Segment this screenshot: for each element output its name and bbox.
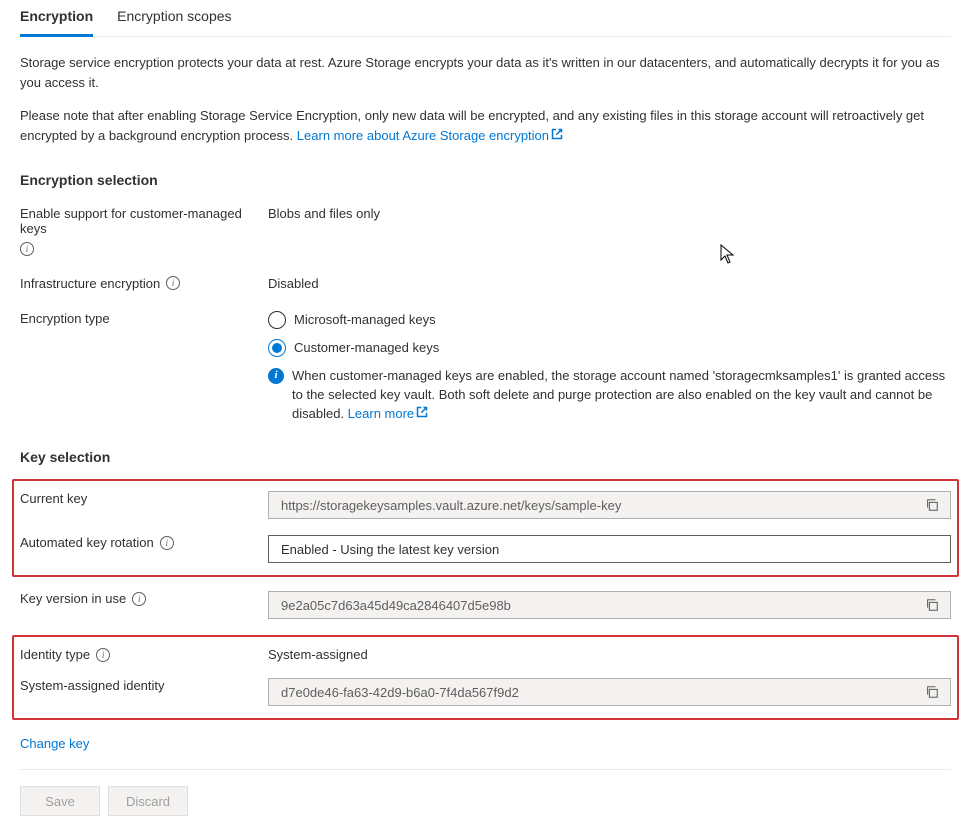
field-auto-rotation	[268, 535, 951, 563]
value-identity-type: System-assigned	[268, 643, 951, 662]
description-2: Please note that after enabling Storage …	[20, 106, 951, 146]
radio-circle-icon	[268, 311, 286, 329]
highlight-box-key: Current key Automated key rotation i	[12, 479, 959, 577]
learn-more-encryption-link[interactable]: Learn more about Azure Storage encryptio…	[297, 128, 563, 143]
tabs: Encryption Encryption scopes	[20, 0, 951, 37]
field-current-key	[268, 491, 951, 519]
heading-key-selection: Key selection	[20, 449, 951, 465]
tab-encryption-scopes[interactable]: Encryption scopes	[117, 0, 231, 37]
field-system-assigned-identity	[268, 678, 951, 706]
radio-microsoft-managed[interactable]: Microsoft-managed keys	[268, 311, 951, 329]
info-icon[interactable]: i	[20, 242, 34, 256]
radio-circle-icon	[268, 339, 286, 357]
external-link-icon	[551, 126, 563, 146]
label-key-version: Key version in use	[20, 591, 126, 606]
value-cmk-support: Blobs and files only	[268, 202, 951, 221]
change-key-link[interactable]: Change key	[20, 736, 89, 751]
label-system-assigned-identity: System-assigned identity	[20, 678, 165, 693]
label-auto-rotation: Automated key rotation	[20, 535, 154, 550]
heading-encryption-selection: Encryption selection	[20, 172, 951, 188]
learn-more-cmk-link[interactable]: Learn more	[348, 406, 428, 421]
label-identity-type: Identity type	[20, 647, 90, 662]
radio-customer-managed[interactable]: Customer-managed keys	[268, 339, 951, 357]
info-banner: i When customer-managed keys are enabled…	[268, 367, 951, 424]
copy-icon[interactable]	[920, 493, 944, 517]
radio-group-encryption-type: Microsoft-managed keys Customer-managed …	[268, 311, 951, 424]
copy-icon[interactable]	[920, 680, 944, 704]
save-button[interactable]: Save	[20, 786, 100, 816]
label-encryption-type: Encryption type	[20, 311, 110, 326]
highlight-box-identity: Identity type i System-assigned System-a…	[12, 635, 959, 720]
divider	[20, 769, 951, 770]
label-infra-encryption: Infrastructure encryption	[20, 276, 160, 291]
discard-button[interactable]: Discard	[108, 786, 188, 816]
radio-label: Customer-managed keys	[294, 340, 439, 355]
radio-label: Microsoft-managed keys	[294, 312, 436, 327]
tab-encryption[interactable]: Encryption	[20, 0, 93, 37]
description-1: Storage service encryption protects your…	[20, 53, 951, 92]
input-key-version[interactable]	[279, 597, 920, 614]
info-icon[interactable]: i	[160, 536, 174, 550]
field-key-version	[268, 591, 951, 619]
info-solid-icon: i	[268, 368, 284, 384]
info-icon[interactable]: i	[96, 648, 110, 662]
info-icon[interactable]: i	[166, 276, 180, 290]
copy-icon[interactable]	[920, 593, 944, 617]
external-link-icon	[416, 405, 428, 424]
info-icon[interactable]: i	[132, 592, 146, 606]
input-current-key[interactable]	[279, 497, 920, 514]
input-system-assigned-identity[interactable]	[279, 684, 920, 701]
label-cmk-support: Enable support for customer-managed keys	[20, 206, 268, 236]
value-infra-encryption: Disabled	[268, 272, 951, 291]
input-auto-rotation[interactable]	[279, 541, 944, 558]
label-current-key: Current key	[20, 491, 87, 506]
